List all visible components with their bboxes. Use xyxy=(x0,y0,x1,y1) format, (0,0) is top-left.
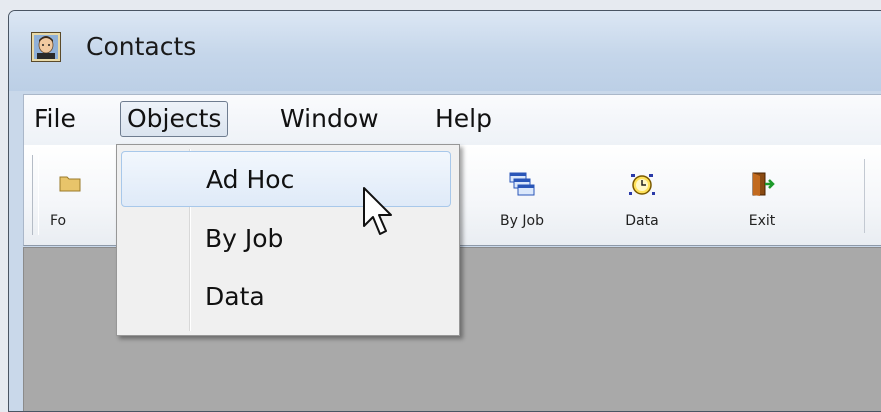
menu-item-by-job-label: By Job xyxy=(205,224,284,253)
menu-objects[interactable]: Objects xyxy=(120,101,229,137)
toolbar-label-fo: Fo xyxy=(50,213,67,229)
stacked-windows-icon xyxy=(509,172,535,196)
toolbar-button-by-job[interactable]: By Job xyxy=(482,155,562,235)
title-bar[interactable]: Contacts xyxy=(9,11,881,91)
toolbar-label-exit: Exit xyxy=(748,213,776,229)
toolbar-button-exit[interactable]: Exit xyxy=(722,155,802,235)
folder-icon xyxy=(59,176,81,192)
mouse-cursor-icon xyxy=(363,187,392,235)
objects-dropdown-menu: Ad Hoc By Job Data xyxy=(116,144,460,336)
menu-help[interactable]: Help xyxy=(429,101,498,137)
menu-file[interactable]: File xyxy=(28,101,82,137)
toolbar-button-data[interactable]: Data xyxy=(602,155,682,235)
toolbar-label-data: Data xyxy=(625,213,659,229)
menu-item-ad-hoc-label: Ad Hoc xyxy=(206,165,295,194)
contacts-app-icon xyxy=(31,32,61,62)
menu-item-by-job[interactable]: By Job xyxy=(121,211,451,267)
toolbar-grip[interactable] xyxy=(32,155,39,235)
menu-item-ad-hoc[interactable]: Ad Hoc xyxy=(121,151,451,207)
toolbar-button-fo[interactable]: Fo xyxy=(40,155,100,235)
exit-door-icon xyxy=(752,172,775,196)
toolbar-separator xyxy=(864,159,865,233)
menu-item-data-label: Data xyxy=(205,282,265,311)
menu-window[interactable]: Window xyxy=(274,101,385,137)
alarm-clock-icon xyxy=(629,174,655,195)
toolbar-label-by-job: By Job xyxy=(500,213,544,229)
menu-bar: File Objects Window Help xyxy=(23,94,881,145)
window-title: Contacts xyxy=(86,32,197,61)
menu-item-data[interactable]: Data xyxy=(121,269,451,325)
